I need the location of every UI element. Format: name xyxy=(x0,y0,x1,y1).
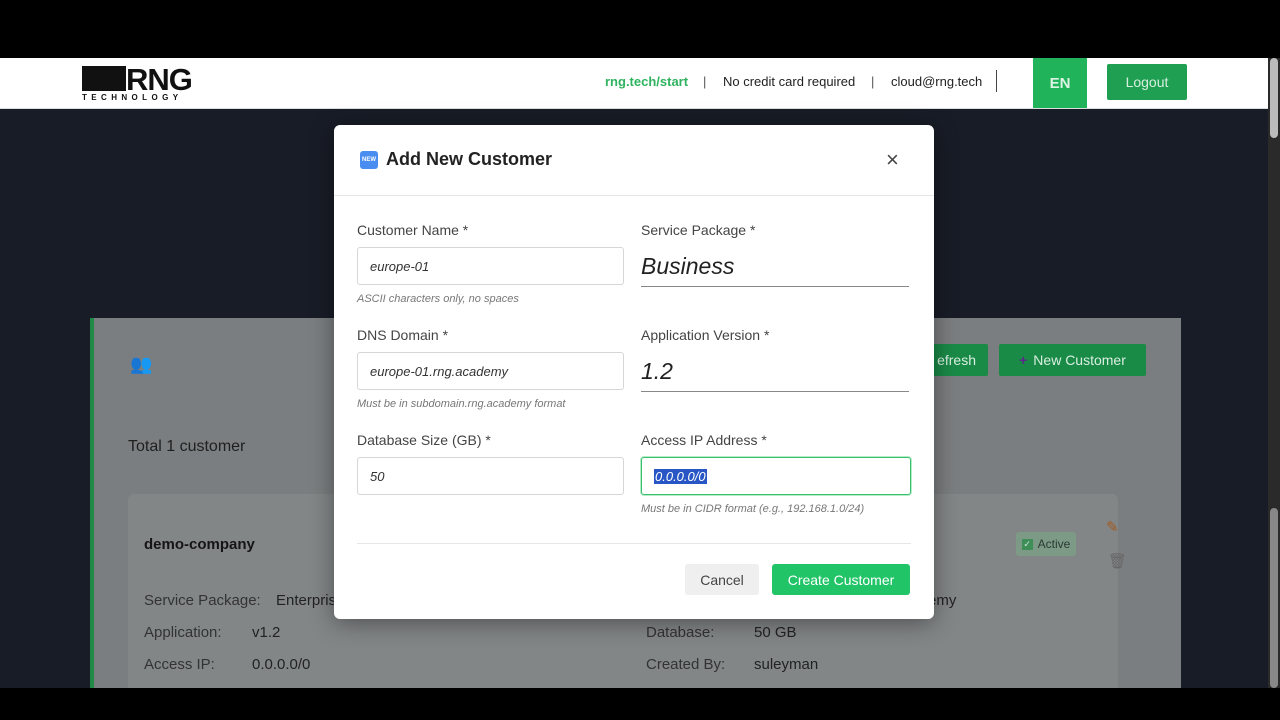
service-package-select[interactable]: Business xyxy=(641,246,909,287)
modal-divider xyxy=(357,543,911,544)
customer-name-hint: ASCII characters only, no spaces xyxy=(357,293,519,305)
db-size-label: Database Size (GB) * xyxy=(357,432,491,448)
service-package-label: Service Package * xyxy=(641,222,756,238)
customer-name-value: europe-01 xyxy=(370,258,430,274)
app-version-label: Application Version * xyxy=(641,327,770,343)
dns-domain-label: DNS Domain * xyxy=(357,327,449,343)
access-ip-input[interactable]: 0.0.0.0/0 xyxy=(641,457,911,495)
customer-name-input[interactable]: europe-01 xyxy=(357,247,624,285)
app-frame: RNG TECHNOLOGY rng.tech/start | No credi… xyxy=(0,58,1280,688)
create-customer-button[interactable]: Create Customer xyxy=(772,564,910,595)
service-package-value: Business xyxy=(641,252,735,279)
app-version-select[interactable]: 1.2 xyxy=(641,351,909,392)
new-badge-icon: NEW xyxy=(360,151,378,169)
app-version-value: 1.2 xyxy=(641,357,673,384)
access-ip-hint: Must be in CIDR format (e.g., 192.168.1.… xyxy=(641,503,865,515)
modal-title: Add New Customer xyxy=(386,149,553,169)
access-ip-label: Access IP Address * xyxy=(641,432,767,448)
add-customer-modal: NEW Add New Customer × Customer Name * e… xyxy=(334,125,934,619)
dns-domain-value: europe-01.rng.academy xyxy=(370,363,509,379)
close-icon[interactable]: × xyxy=(886,147,899,173)
customer-name-label: Customer Name * xyxy=(357,222,469,238)
cancel-button[interactable]: Cancel xyxy=(685,564,759,595)
dns-domain-input[interactable]: europe-01.rng.academy xyxy=(357,352,624,390)
db-size-input[interactable]: 50 xyxy=(357,457,624,495)
modal-header: NEW Add New Customer × xyxy=(334,125,934,196)
dns-domain-hint: Must be in subdomain.rng.academy format xyxy=(357,398,566,410)
db-size-value: 50 xyxy=(370,468,385,484)
access-ip-value: 0.0.0.0/0 xyxy=(654,468,707,484)
